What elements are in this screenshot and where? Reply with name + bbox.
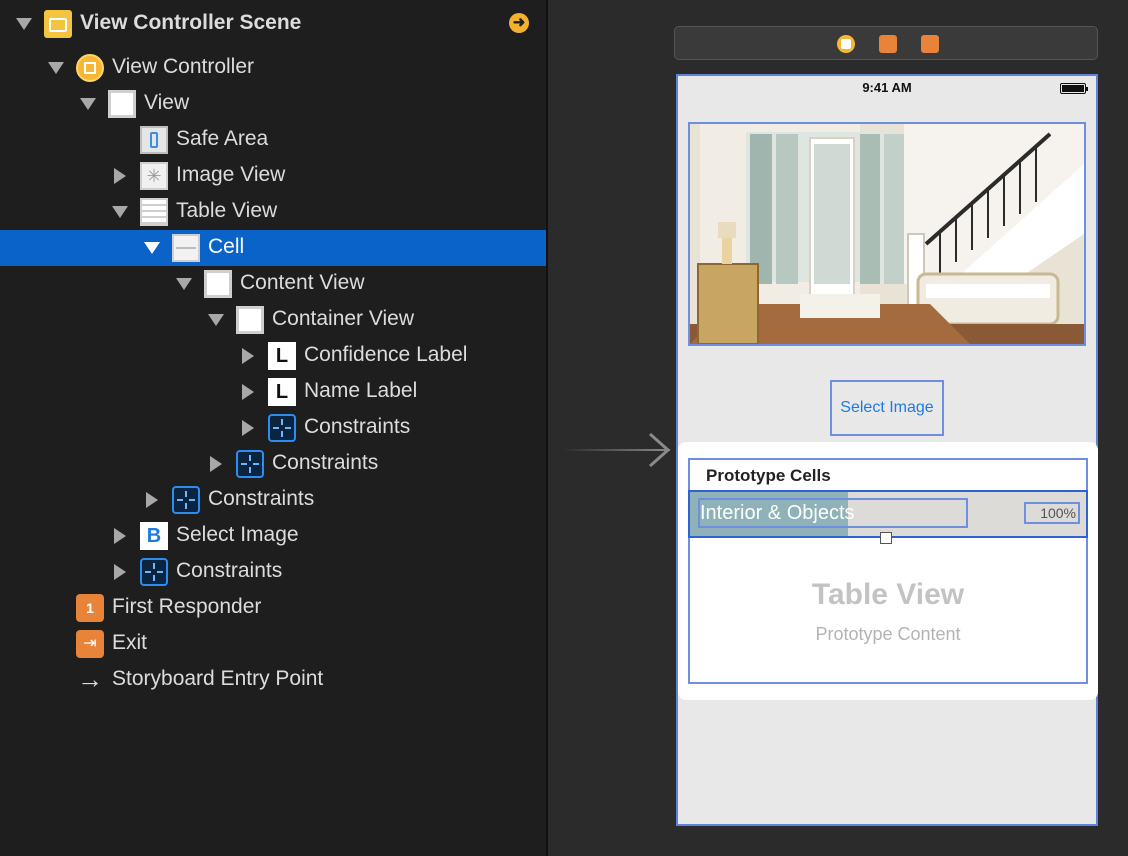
outline-label: Table View [176,199,278,222]
disclosure-down-icon[interactable] [48,62,64,74]
table-cell-icon [172,234,200,262]
first-responder-icon[interactable] [879,35,897,53]
view-icon [108,90,136,118]
outline-label: Storyboard Entry Point [112,667,324,690]
battery-icon [1060,83,1088,94]
interior-photo [690,124,1084,344]
outline-label: Image View [176,163,286,186]
disclosure-right-icon[interactable] [146,492,158,508]
outline-row-image-view[interactable]: ✳ Image View [0,158,546,194]
outline-row-view-controller[interactable]: View Controller [0,50,546,86]
table-view-placeholder-title: Table View [811,578,965,611]
outline-label: Exit [112,631,148,654]
constraints-icon [172,486,200,514]
arrow-right-icon: → [77,664,103,694]
disclosure-right-icon[interactable] [242,348,254,364]
prototype-cells-header: Prototype Cells [706,466,831,485]
disclosure-down-icon[interactable] [208,314,224,326]
outline-label: First Responder [112,595,262,618]
outline-label: Select Image [176,523,299,546]
outline-row-safe-area[interactable]: Safe Area [0,122,546,158]
resize-handle[interactable] [880,532,892,544]
disclosure-down-icon[interactable] [16,18,32,30]
table-view-container: Prototype Cells Interior & Objects 100% … [678,442,1098,700]
constraints-icon [236,450,264,478]
outline-row-container-view[interactable]: Container View [0,302,546,338]
outline-row-content-view[interactable]: Content View [0,266,546,302]
disclosure-down-icon[interactable] [176,278,192,290]
outline-row-exit[interactable]: ⇥ Exit [0,626,546,662]
status-bar-time: 9:41 AM [862,80,912,95]
table-view-icon [140,198,168,226]
disclosure-down-icon[interactable] [144,242,160,254]
constraints-icon [140,558,168,586]
outline-row-name-label[interactable]: L Name Label [0,374,546,410]
outline-label: Content View [240,271,365,294]
disclosure-down-icon[interactable] [112,206,128,218]
storyboard-entry-arrow-icon[interactable] [646,432,672,468]
label-icon: L [268,342,296,370]
image-view[interactable] [688,122,1086,346]
disclosure-down-icon[interactable] [80,98,96,110]
first-responder-icon: 1 [76,594,104,622]
outline-row-scene[interactable]: View Controller Scene [0,6,546,42]
outline-label: Confidence Label [304,343,468,366]
scene-goto-arrow-icon[interactable]: ➜ [509,13,529,33]
outline-row-constraints[interactable]: Constraints [0,410,546,446]
outline-row-select-image[interactable]: B Select Image [0,518,546,554]
outline-row-cell[interactable]: Cell [0,230,546,266]
table-view-placeholder-subtitle: Prototype Content [815,624,961,644]
outline-label: View Controller [112,55,255,78]
outline-label: Constraints [176,559,283,582]
outline-row-storyboard-entry-point[interactable]: → Storyboard Entry Point [0,662,546,698]
table-view[interactable]: Prototype Cells Interior & Objects 100% … [688,458,1088,684]
view-controller-frame[interactable]: 9:41 AM Select Image Prototype Cells Int… [676,74,1098,826]
outline-row-constraints[interactable]: Constraints [0,446,546,482]
disclosure-right-icon[interactable] [114,528,126,544]
image-view-icon: ✳ [140,162,168,190]
exit-icon: ⇥ [76,630,104,658]
table-cell[interactable]: Interior & Objects 100% [688,490,1088,538]
scene-title: View Controller Scene [80,11,302,34]
outline-row-view[interactable]: View [0,86,546,122]
label-icon: L [268,378,296,406]
scene-icon [44,10,72,38]
document-outline: View Controller Scene ➜ View Controller … [0,0,546,856]
outline-label: Container View [272,307,415,330]
outline-label: Safe Area [176,127,269,150]
outline-row-table-view[interactable]: Table View [0,194,546,230]
view-controller-icon[interactable] [837,35,855,53]
disclosure-right-icon[interactable] [210,456,222,472]
view-controller-icon [76,54,104,82]
exit-icon[interactable] [921,35,939,53]
outline-label: Constraints [208,487,315,510]
view-icon [204,270,232,298]
name-label[interactable]: Interior & Objects [698,498,968,528]
outline-label: Name Label [304,379,418,402]
constraints-icon [268,414,296,442]
view-icon [236,306,264,334]
select-image-button[interactable]: Select Image [830,380,944,436]
outline-label: Cell [208,235,245,258]
button-icon: B [140,522,168,550]
confidence-label[interactable]: 100% [1024,502,1080,524]
safe-area-icon [140,126,168,154]
outline-label: View [144,91,190,114]
outline-row-first-responder[interactable]: 1 First Responder [0,590,546,626]
disclosure-right-icon[interactable] [242,420,254,436]
scene-dock [674,26,1098,60]
disclosure-right-icon[interactable] [114,564,126,580]
outline-row-confidence-label[interactable]: L Confidence Label [0,338,546,374]
outline-row-constraints[interactable]: Constraints [0,554,546,590]
outline-row-constraints[interactable]: Constraints [0,482,546,518]
outline-label: Constraints [304,415,411,438]
disclosure-right-icon[interactable] [114,168,126,184]
disclosure-right-icon[interactable] [242,384,254,400]
outline-label: Constraints [272,451,379,474]
